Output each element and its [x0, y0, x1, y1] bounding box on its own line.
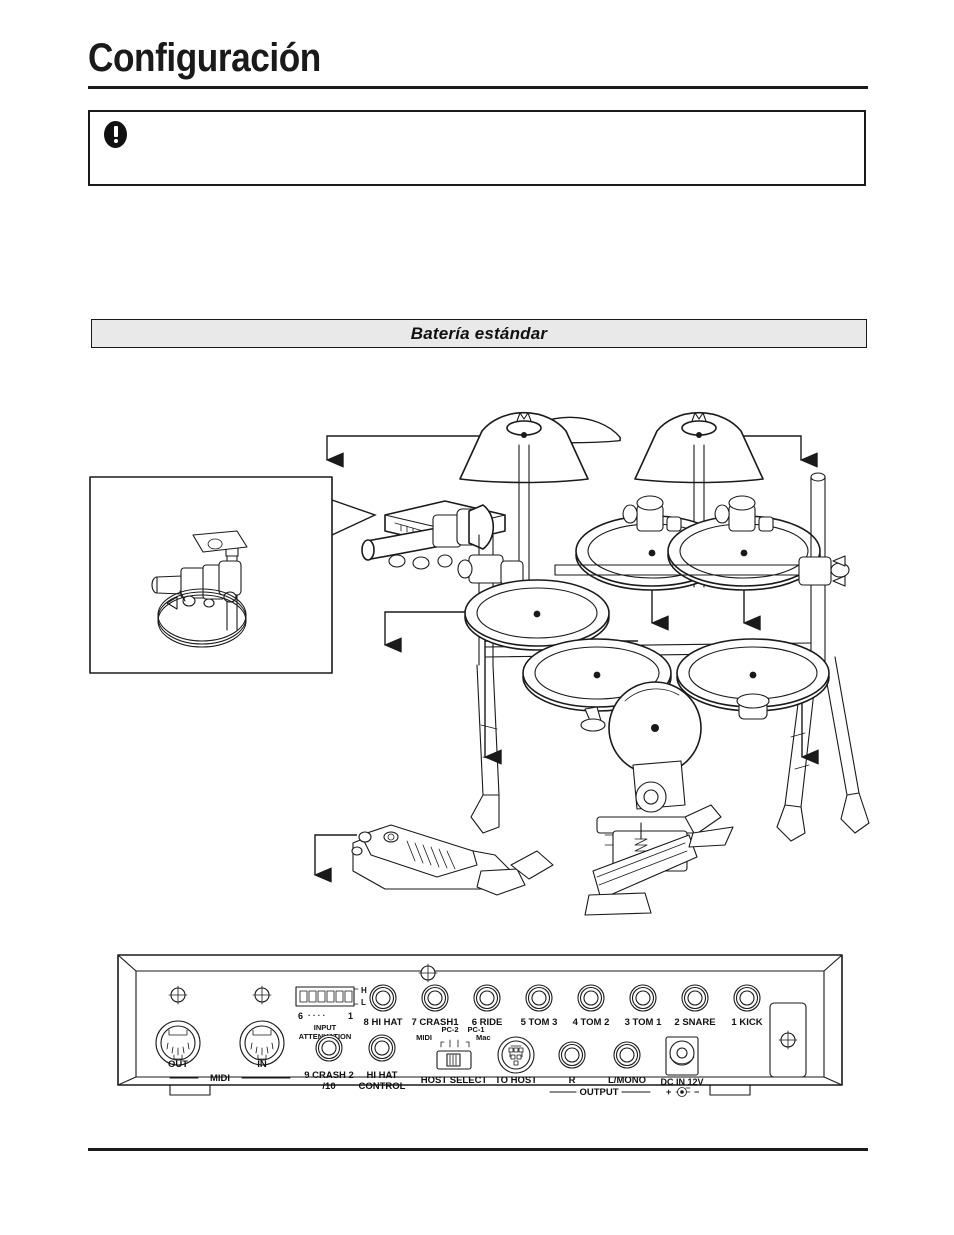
output-right-label: R — [569, 1075, 576, 1086]
attenuation-scale-dots: · · · · — [308, 1011, 325, 1020]
note-box — [88, 110, 866, 186]
footer-divider — [88, 1148, 868, 1151]
hi-hat-control-pedal — [351, 824, 554, 896]
host-select-pos-midi: MIDI — [416, 1033, 432, 1042]
host-select-pos-pc2: PC-2 — [441, 1025, 458, 1034]
dc-in-label: DC IN 12V — [660, 1077, 703, 1087]
trigger-jack-label: 5 TOM 3 — [521, 1017, 558, 1028]
attenuation-high-label: H — [361, 986, 367, 995]
panel-right-bracket — [769, 1002, 807, 1078]
output-group-label: OUTPUT — [579, 1087, 618, 1098]
exclamation-circle-icon — [104, 121, 127, 148]
trigger-jack-label: 9 CRASH 2 — [304, 1070, 354, 1081]
to-host-connector[interactable] — [497, 1036, 535, 1074]
midi-out-label: OUT — [168, 1059, 188, 1070]
section-banner-label: Batería estándar — [410, 323, 548, 343]
standard-drum-kit-diagram — [85, 365, 875, 925]
title-divider — [88, 86, 868, 89]
to-host-label: TO HOST — [495, 1075, 537, 1086]
svg-text:−: − — [694, 1087, 699, 1097]
trigger-jack-label: 1 KICK — [731, 1017, 762, 1028]
attenuation-title-line1: INPUT — [314, 1023, 337, 1032]
dc-in-connector[interactable] — [665, 1036, 699, 1076]
section-banner: Batería estándar — [91, 319, 867, 348]
trigger-jack-label: 2 SNARE — [674, 1017, 715, 1028]
callout-detail-box — [89, 476, 377, 674]
drum-module-rear-panel: OUT IN MIDI H L 6 · · · · 1 INPUT 8 HI H… — [110, 945, 850, 1105]
attenuation-low-label: L — [361, 998, 366, 1007]
svg-text:+: + — [666, 1087, 671, 1097]
trigger-jack-label: HI HAT — [367, 1070, 398, 1081]
trigger-jack-label: CONTROL — [359, 1081, 406, 1092]
attenuation-scale-left: 6 — [298, 1011, 303, 1021]
midi-group-label: MIDI — [210, 1073, 230, 1084]
kick-trigger-pad — [608, 681, 702, 813]
trigger-jack-label: 8 HI HAT — [364, 1017, 403, 1028]
trigger-jack-label: 4 TOM 2 — [573, 1017, 610, 1028]
dc-polarity-icon: + − — [666, 1087, 699, 1097]
attenuation-scale-right: 1 — [348, 1011, 353, 1021]
midi-in-label: IN — [257, 1059, 267, 1070]
kick-pedal — [584, 804, 734, 916]
page-title: Configuración — [88, 36, 321, 80]
output-left-label: L/MONO — [608, 1075, 646, 1086]
host-select-pos-mac: Mac — [476, 1033, 491, 1042]
ride-cymbal-pad — [676, 638, 830, 720]
tom1-pad — [667, 495, 821, 591]
input-attenuation-dip-switch[interactable] — [295, 986, 359, 1007]
trigger-jack-label: 3 TOM 1 — [625, 1017, 662, 1028]
trigger-jack-label: /10 — [322, 1081, 335, 1092]
host-select-label: HOST SELECT — [421, 1075, 488, 1086]
